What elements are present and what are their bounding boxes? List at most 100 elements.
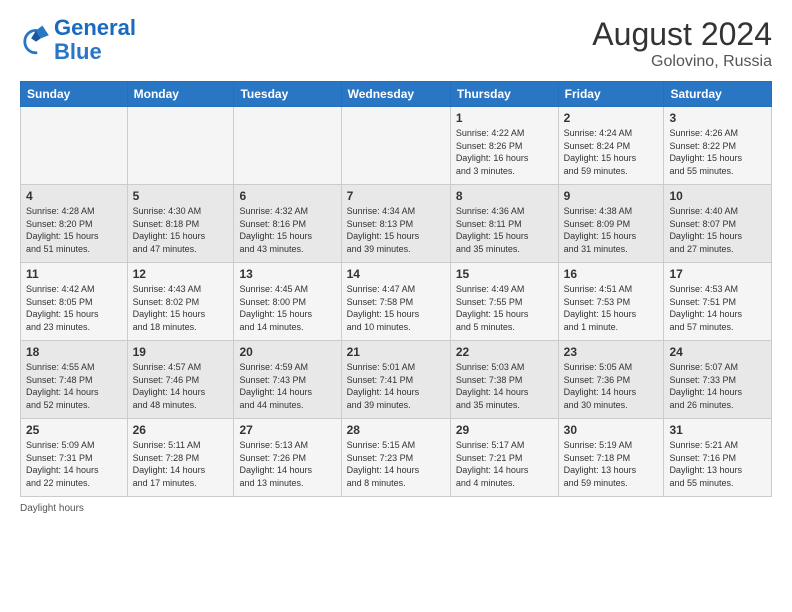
calendar-cell: 21 Sunrise: 5:01 AM Sunset: 7:41 PM Dayli… [341, 341, 450, 419]
calendar-week-row: 1 Sunrise: 4:22 AM Sunset: 8:26 PM Daylig… [21, 107, 772, 185]
logo-blue: Blue [54, 39, 102, 64]
day-info: Sunrise: 4:43 AM Sunset: 8:02 PM Dayligh… [133, 283, 229, 333]
weekday-header: Friday [558, 82, 664, 107]
calendar-week-row: 4 Sunrise: 4:28 AM Sunset: 8:20 PM Daylig… [21, 185, 772, 263]
day-info: Sunrise: 4:40 AM Sunset: 8:07 PM Dayligh… [669, 205, 766, 255]
weekday-header-row: SundayMondayTuesdayWednesdayThursdayFrid… [21, 82, 772, 107]
day-info: Sunrise: 5:09 AM Sunset: 7:31 PM Dayligh… [26, 439, 122, 489]
calendar-cell: 6 Sunrise: 4:32 AM Sunset: 8:16 PM Daylig… [234, 185, 341, 263]
weekday-header: Saturday [664, 82, 772, 107]
calendar-cell: 4 Sunrise: 4:28 AM Sunset: 8:20 PM Daylig… [21, 185, 128, 263]
weekday-header: Thursday [450, 82, 558, 107]
calendar-cell: 7Sunrise: 4:34 AM Sunset: 8:13 PM Daylig… [341, 185, 450, 263]
header: General Blue August 2024 Golovino, Russi… [20, 16, 772, 71]
calendar-cell: 16 Sunrise: 4:51 AM Sunset: 7:53 PM Dayli… [558, 263, 664, 341]
calendar-cell: 5 Sunrise: 4:30 AM Sunset: 8:18 PM Daylig… [127, 185, 234, 263]
day-info: Sunrise: 5:19 AM Sunset: 7:18 PM Dayligh… [564, 439, 659, 489]
day-number: 6 [239, 189, 335, 203]
calendar-cell: 25 Sunrise: 5:09 AM Sunset: 7:31 PM Dayli… [21, 419, 128, 497]
calendar-cell [234, 107, 341, 185]
day-number: 14 [347, 267, 445, 281]
day-number: 27 [239, 423, 335, 437]
calendar-cell: 29 Sunrise: 5:17 AM Sunset: 7:21 PM Dayli… [450, 419, 558, 497]
day-number: 3 [669, 111, 766, 125]
footer: Daylight hours [20, 503, 772, 514]
day-info: Sunrise: 4:26 AM Sunset: 8:22 PM Dayligh… [669, 127, 766, 177]
day-number: 4 [26, 189, 122, 203]
day-number: 18 [26, 345, 122, 359]
day-number: 23 [564, 345, 659, 359]
title-block: August 2024 Golovino, Russia [592, 16, 772, 71]
calendar-cell: 27Sunrise: 5:13 AM Sunset: 7:26 PM Dayli… [234, 419, 341, 497]
calendar-cell: 2Sunrise: 4:24 AM Sunset: 8:24 PM Daylig… [558, 107, 664, 185]
day-number: 19 [133, 345, 229, 359]
weekday-header: Wednesday [341, 82, 450, 107]
day-info: Sunrise: 5:17 AM Sunset: 7:21 PM Dayligh… [456, 439, 553, 489]
day-number: 31 [669, 423, 766, 437]
calendar-cell: 12 Sunrise: 4:43 AM Sunset: 8:02 PM Dayli… [127, 263, 234, 341]
day-number: 10 [669, 189, 766, 203]
calendar-cell: 17Sunrise: 4:53 AM Sunset: 7:51 PM Dayli… [664, 263, 772, 341]
calendar-cell: 8Sunrise: 4:36 AM Sunset: 8:11 PM Daylig… [450, 185, 558, 263]
calendar-cell: 9Sunrise: 4:38 AM Sunset: 8:09 PM Daylig… [558, 185, 664, 263]
logo-text: General Blue [54, 16, 136, 64]
calendar-cell [21, 107, 128, 185]
daylight-label: Daylight hours [20, 503, 84, 514]
day-info: Sunrise: 5:15 AM Sunset: 7:23 PM Dayligh… [347, 439, 445, 489]
day-number: 7 [347, 189, 445, 203]
day-number: 22 [456, 345, 553, 359]
calendar-cell: 19 Sunrise: 4:57 AM Sunset: 7:46 PM Dayli… [127, 341, 234, 419]
calendar-cell: 14Sunrise: 4:47 AM Sunset: 7:58 PM Dayli… [341, 263, 450, 341]
day-info: Sunrise: 4:59 AM Sunset: 7:43 PM Dayligh… [239, 361, 335, 411]
day-number: 29 [456, 423, 553, 437]
day-info: Sunrise: 5:11 AM Sunset: 7:28 PM Dayligh… [133, 439, 229, 489]
day-number: 28 [347, 423, 445, 437]
day-number: 16 [564, 267, 659, 281]
day-info: Sunrise: 4:51 AM Sunset: 7:53 PM Dayligh… [564, 283, 659, 333]
calendar-table: SundayMondayTuesdayWednesdayThursdayFrid… [20, 81, 772, 497]
day-number: 30 [564, 423, 659, 437]
calendar-cell: 10 Sunrise: 4:40 AM Sunset: 8:07 PM Dayli… [664, 185, 772, 263]
logo: General Blue [20, 16, 136, 64]
calendar-week-row: 11 Sunrise: 4:42 AM Sunset: 8:05 PM Dayli… [21, 263, 772, 341]
calendar-cell: 24Sunrise: 5:07 AM Sunset: 7:33 PM Dayli… [664, 341, 772, 419]
day-info: Sunrise: 4:38 AM Sunset: 8:09 PM Dayligh… [564, 205, 659, 255]
day-info: Sunrise: 4:49 AM Sunset: 7:55 PM Dayligh… [456, 283, 553, 333]
calendar-cell: 13 Sunrise: 4:45 AM Sunset: 8:00 PM Dayli… [234, 263, 341, 341]
weekday-header: Monday [127, 82, 234, 107]
calendar-cell: 23 Sunrise: 5:05 AM Sunset: 7:36 PM Dayli… [558, 341, 664, 419]
day-number: 12 [133, 267, 229, 281]
day-number: 13 [239, 267, 335, 281]
calendar-week-row: 18Sunrise: 4:55 AM Sunset: 7:48 PM Dayli… [21, 341, 772, 419]
day-number: 24 [669, 345, 766, 359]
calendar-cell: 1 Sunrise: 4:22 AM Sunset: 8:26 PM Daylig… [450, 107, 558, 185]
day-info: Sunrise: 5:01 AM Sunset: 7:41 PM Dayligh… [347, 361, 445, 411]
day-info: Sunrise: 4:57 AM Sunset: 7:46 PM Dayligh… [133, 361, 229, 411]
logo-icon [20, 24, 52, 56]
day-number: 17 [669, 267, 766, 281]
day-info: Sunrise: 5:03 AM Sunset: 7:38 PM Dayligh… [456, 361, 553, 411]
calendar-cell [341, 107, 450, 185]
day-number: 11 [26, 267, 122, 281]
day-info: Sunrise: 5:05 AM Sunset: 7:36 PM Dayligh… [564, 361, 659, 411]
day-info: Sunrise: 4:32 AM Sunset: 8:16 PM Dayligh… [239, 205, 335, 255]
calendar-cell [127, 107, 234, 185]
day-info: Sunrise: 5:21 AM Sunset: 7:16 PM Dayligh… [669, 439, 766, 489]
day-number: 21 [347, 345, 445, 359]
day-info: Sunrise: 4:36 AM Sunset: 8:11 PM Dayligh… [456, 205, 553, 255]
day-info: Sunrise: 4:22 AM Sunset: 8:26 PM Dayligh… [456, 127, 553, 177]
day-number: 5 [133, 189, 229, 203]
day-number: 1 [456, 111, 553, 125]
day-number: 25 [26, 423, 122, 437]
day-info: Sunrise: 4:45 AM Sunset: 8:00 PM Dayligh… [239, 283, 335, 333]
calendar-cell: 28 Sunrise: 5:15 AM Sunset: 7:23 PM Dayli… [341, 419, 450, 497]
calendar-cell: 18Sunrise: 4:55 AM Sunset: 7:48 PM Dayli… [21, 341, 128, 419]
day-info: Sunrise: 4:42 AM Sunset: 8:05 PM Dayligh… [26, 283, 122, 333]
logo-general: General [54, 15, 136, 40]
weekday-header: Tuesday [234, 82, 341, 107]
page: General Blue August 2024 Golovino, Russi… [0, 0, 792, 526]
day-info: Sunrise: 4:28 AM Sunset: 8:20 PM Dayligh… [26, 205, 122, 255]
day-info: Sunrise: 4:24 AM Sunset: 8:24 PM Dayligh… [564, 127, 659, 177]
day-info: Sunrise: 4:30 AM Sunset: 8:18 PM Dayligh… [133, 205, 229, 255]
calendar-cell: 20Sunrise: 4:59 AM Sunset: 7:43 PM Dayli… [234, 341, 341, 419]
